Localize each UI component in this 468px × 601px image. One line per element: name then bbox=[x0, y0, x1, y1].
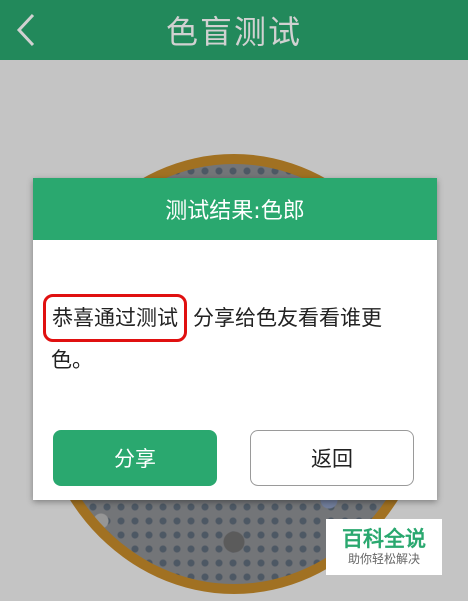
return-button[interactable]: 返回 bbox=[250, 430, 414, 486]
share-button[interactable]: 分享 bbox=[53, 430, 217, 486]
dialog-message: 恭喜通过测试 分享给色友看看谁更色。 bbox=[43, 294, 423, 378]
watermark-logo: 百科全说 助你轻松解决 bbox=[326, 519, 442, 575]
result-dialog: 测试结果:色郎 恭喜通过测试 分享给色友看看谁更色。 分享 返回 bbox=[33, 178, 437, 500]
message-highlight: 恭喜通过测试 bbox=[43, 294, 187, 342]
dialog-title: 测试结果:色郎 bbox=[33, 178, 437, 240]
watermark-main-text: 百科全说 bbox=[342, 527, 426, 551]
watermark-sub-text: 助你轻松解决 bbox=[347, 552, 420, 566]
